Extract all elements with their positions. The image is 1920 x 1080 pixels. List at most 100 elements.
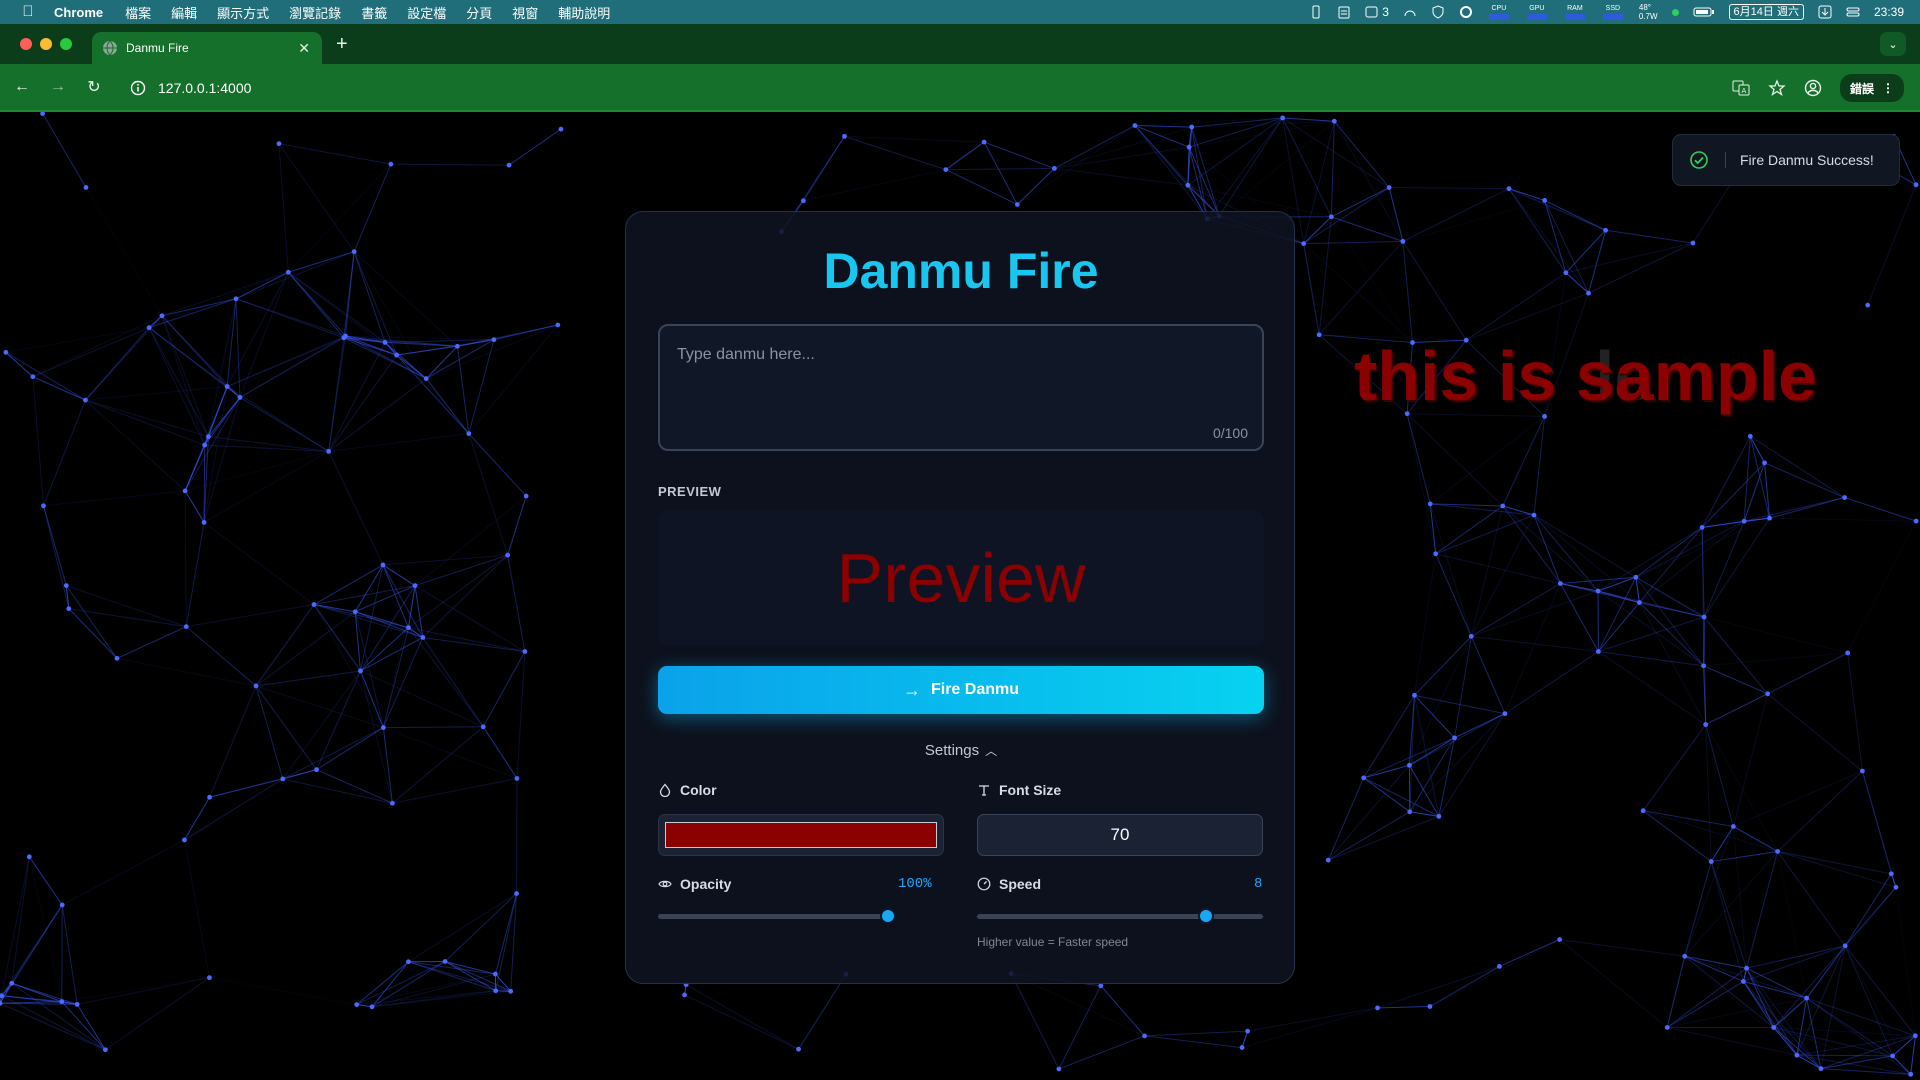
network-node	[1794, 1052, 1800, 1058]
cpu-meter[interactable]: CPU	[1487, 5, 1511, 20]
network-node	[285, 269, 291, 275]
network-link	[494, 893, 518, 975]
back-icon[interactable]: ←	[8, 73, 36, 101]
network-link	[282, 670, 361, 780]
menu-view[interactable]: 顯示方式	[217, 3, 269, 22]
address-bar[interactable]: 127.0.0.1:4000	[120, 72, 1800, 104]
network-node	[182, 488, 188, 494]
minimize-window-button[interactable]	[40, 38, 52, 50]
network-link	[1409, 713, 1506, 813]
menu-edit[interactable]: 編輯	[171, 3, 197, 22]
network-node	[102, 1047, 108, 1053]
network-link	[1769, 517, 1917, 522]
network-link	[408, 627, 484, 728]
network-link	[1544, 200, 1589, 294]
menu-history[interactable]: 瀏覽記錄	[289, 3, 341, 22]
network-link	[1806, 887, 1897, 999]
battery-vertical-icon[interactable]	[1309, 5, 1323, 19]
notification-counter[interactable]: 3	[1365, 5, 1389, 19]
opacity-slider-thumb[interactable]	[880, 908, 896, 924]
ssd-meter[interactable]: SSD	[1601, 5, 1625, 20]
network-node	[1014, 202, 1020, 207]
network-link	[1327, 811, 1411, 861]
color-label: Color	[680, 782, 717, 798]
network-link	[43, 490, 186, 507]
network-link	[1465, 292, 1589, 341]
sensor-readout[interactable]: 48° 0.7W	[1639, 3, 1658, 21]
menu-tab[interactable]: 分頁	[466, 3, 492, 22]
network-link	[1402, 241, 1414, 343]
color-picker[interactable]	[658, 814, 944, 856]
network-link	[226, 386, 329, 452]
network-link	[316, 727, 384, 771]
shield-icon[interactable]	[1431, 5, 1445, 19]
network-link	[1559, 939, 1668, 1028]
menu-profiles[interactable]: 設定檔	[407, 3, 446, 22]
menu-window[interactable]: 視窗	[512, 3, 538, 22]
menu-file[interactable]: 檔案	[125, 3, 151, 22]
network-node	[1245, 1028, 1251, 1034]
network-link	[353, 163, 392, 252]
network-link	[1910, 1035, 1916, 1075]
clipboard-icon[interactable]	[1337, 5, 1351, 19]
network-link	[1598, 651, 1704, 667]
reload-icon[interactable]: ↻	[80, 73, 108, 101]
fire-danmu-button[interactable]: → Fire Danmu	[658, 666, 1264, 714]
network-link	[1504, 583, 1561, 714]
bookmark-star-icon[interactable]	[1768, 79, 1786, 97]
network-node	[314, 767, 319, 773]
download-icon[interactable]	[1818, 5, 1832, 19]
close-tab-icon[interactable]: ✕	[298, 40, 310, 57]
network-link	[360, 564, 384, 672]
translate-icon[interactable]: A	[1732, 79, 1750, 97]
network-node	[1913, 518, 1919, 524]
color-swatch-fill	[665, 822, 937, 848]
circle-icon[interactable]	[1459, 5, 1473, 19]
tab-search-icon[interactable]: ⌄	[1880, 32, 1906, 56]
network-link	[1134, 125, 1189, 186]
network-link	[65, 585, 118, 659]
close-window-button[interactable]	[20, 38, 32, 50]
network-link	[1588, 242, 1694, 294]
gauge-icon[interactable]	[1403, 5, 1417, 19]
menu-bookmarks[interactable]: 書籤	[361, 3, 387, 22]
network-node	[1502, 711, 1508, 717]
network-node	[382, 340, 388, 345]
droplet-icon	[659, 783, 671, 797]
control-center-icon[interactable]	[1846, 5, 1860, 19]
toast-message: Fire Danmu Success!	[1740, 152, 1874, 168]
settings-toggle[interactable]: Settings ︿	[626, 742, 1296, 759]
browser-tab[interactable]: Danmu Fire ✕	[92, 32, 322, 64]
profile-icon[interactable]	[1804, 79, 1822, 97]
battery-icon[interactable]	[1693, 5, 1715, 19]
clock[interactable]: 23:39	[1874, 5, 1904, 19]
speed-slider-track[interactable]	[977, 914, 1263, 919]
network-link	[1508, 188, 1589, 294]
network-node	[1804, 995, 1810, 1001]
date-display[interactable]: 6月14日 週六	[1728, 4, 1804, 20]
new-tab-icon[interactable]: +	[336, 34, 348, 54]
network-node	[1845, 650, 1851, 656]
speed-slider-thumb[interactable]	[1197, 908, 1214, 924]
network-link	[1767, 693, 1863, 772]
ram-meter[interactable]: RAM	[1563, 5, 1587, 20]
network-node	[1407, 809, 1413, 815]
menu-help[interactable]: 輔助說明	[558, 3, 610, 22]
toolbar-actions: A 錯誤 ⋮	[1732, 74, 1904, 102]
error-menu-button[interactable]: 錯誤 ⋮	[1839, 74, 1904, 102]
network-node	[1701, 614, 1707, 620]
apple-icon[interactable]: 	[20, 4, 36, 20]
forward-icon[interactable]: →	[44, 73, 72, 101]
site-info-icon[interactable]	[130, 80, 146, 96]
zoom-window-button[interactable]	[60, 38, 72, 50]
network-link	[282, 778, 393, 804]
gpu-meter[interactable]: GPU	[1525, 5, 1549, 20]
danmu-input[interactable]: Type danmu here... 0/100	[658, 324, 1264, 451]
network-link	[1303, 240, 1403, 245]
menu-app-name[interactable]: Chrome	[54, 5, 103, 20]
font-size-input[interactable]: 70	[977, 814, 1263, 856]
network-link	[1470, 636, 1506, 714]
network-link	[1844, 945, 1916, 1037]
network-link	[1054, 167, 1188, 186]
opacity-slider-track[interactable]	[658, 914, 888, 919]
